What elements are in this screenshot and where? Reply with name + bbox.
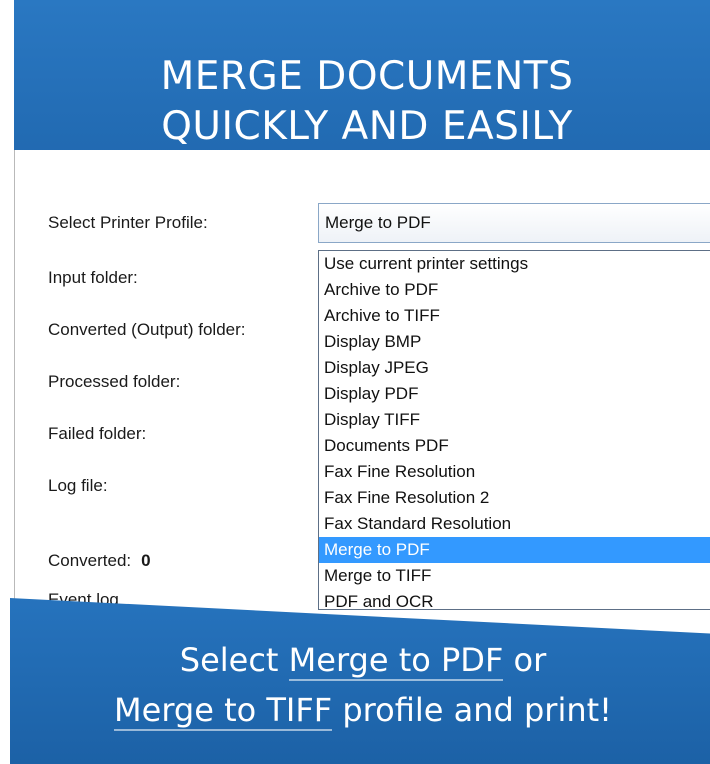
option-archive-to-pdf[interactable]: Archive to PDF xyxy=(319,277,710,303)
footer-line-2: Merge to TIFF profile and print! xyxy=(10,690,710,731)
option-documents-pdf[interactable]: Documents PDF xyxy=(319,433,710,459)
processed-folder-label: Processed folder: xyxy=(48,372,181,391)
output-folder-label: Converted (Output) folder: xyxy=(48,320,246,339)
option-fax-fine-resolution[interactable]: Fax Fine Resolution xyxy=(319,459,710,485)
log-file-label: Log file: xyxy=(48,476,108,495)
printer-profile-dropdown[interactable]: Use current printer settings Archive to … xyxy=(318,250,710,610)
option-fax-standard-resolution[interactable]: Fax Standard Resolution xyxy=(319,511,710,537)
settings-dialog: Select Printer Profile: Input folder: Co… xyxy=(14,150,710,620)
printer-profile-value: Merge to PDF xyxy=(325,213,431,232)
option-display-bmp[interactable]: Display BMP xyxy=(319,329,710,355)
footer-tail: profile and print! xyxy=(342,691,612,729)
printer-profile-label: Select Printer Profile: xyxy=(48,213,208,232)
option-merge-to-pdf[interactable]: Merge to PDF xyxy=(319,537,710,563)
converted-label: Converted: xyxy=(48,551,132,570)
bottom-banner xyxy=(10,598,710,764)
headline-line-2: QUICKLY AND EASILY xyxy=(161,104,573,149)
option-archive-to-tiff[interactable]: Archive to TIFF xyxy=(319,303,710,329)
footer-or: or xyxy=(513,641,547,679)
option-pdf-and-ocr[interactable]: PDF and OCR xyxy=(319,589,710,609)
converted-status: Converted: 0 xyxy=(48,551,151,571)
option-use-current-printer-settings[interactable]: Use current printer settings xyxy=(319,251,710,277)
printer-profile-select[interactable]: Merge to PDF xyxy=(318,203,710,243)
option-fax-fine-resolution-2[interactable]: Fax Fine Resolution 2 xyxy=(319,485,710,511)
headline: MERGE DOCUMENTS QUICKLY AND EASILY xyxy=(14,52,710,152)
converted-count: 0 xyxy=(141,551,151,570)
footer-merge-to-tiff: Merge to TIFF xyxy=(114,691,333,731)
option-display-tiff[interactable]: Display TIFF xyxy=(319,407,710,433)
option-merge-to-tiff[interactable]: Merge to TIFF xyxy=(319,563,710,589)
footer-merge-to-pdf: Merge to PDF xyxy=(288,641,504,681)
input-folder-label: Input folder: xyxy=(48,268,138,287)
option-display-jpeg[interactable]: Display JPEG xyxy=(319,355,710,381)
promo-image: MERGE DOCUMENTS QUICKLY AND EASILY Selec… xyxy=(0,0,710,764)
headline-line-1: MERGE DOCUMENTS xyxy=(160,54,574,99)
failed-folder-label: Failed folder: xyxy=(48,424,147,443)
footer-line-1: Select Merge to PDF or xyxy=(10,640,710,681)
footer-select: Select xyxy=(179,641,279,679)
option-display-pdf[interactable]: Display PDF xyxy=(319,381,710,407)
